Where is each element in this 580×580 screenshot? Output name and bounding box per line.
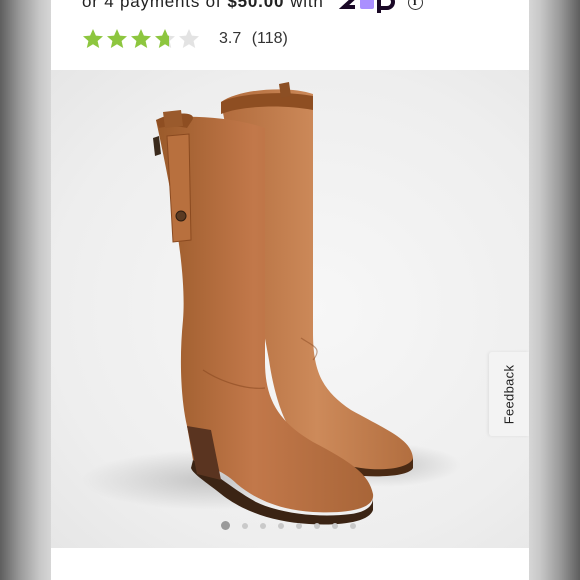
installment-payment-line: or 4 payments of $50.00 with i (82, 0, 423, 13)
star-icon (179, 29, 199, 48)
carousel-dot[interactable] (332, 522, 338, 529)
carousel-dot[interactable] (221, 521, 230, 530)
carousel-dot[interactable] (350, 522, 356, 529)
star-icon (131, 29, 151, 48)
product-image[interactable] (51, 70, 529, 548)
installment-suffix: with (290, 0, 324, 11)
carousel-dot[interactable] (260, 522, 266, 529)
zip-logo (338, 0, 396, 13)
rating-value: 3.7 (219, 30, 242, 47)
product-card: or 4 payments of $50.00 with i 3.7 (118) (51, 0, 529, 580)
image-carousel-dots[interactable] (221, 521, 356, 530)
star-icon (155, 29, 175, 48)
installment-prefix: or 4 payments of (82, 0, 222, 11)
carousel-dot[interactable] (278, 522, 284, 529)
carousel-dot[interactable] (296, 522, 302, 529)
star-icon (107, 29, 127, 48)
rating-summary: 3.7 (118) (219, 30, 288, 48)
carousel-dot[interactable] (314, 522, 320, 529)
riding-boots-image (81, 82, 461, 525)
feedback-label: Feedback (501, 364, 517, 424)
carousel-dot[interactable] (242, 522, 248, 529)
star-icon (83, 29, 103, 48)
installment-amount: $50.00 (227, 0, 285, 11)
star-rating (81, 27, 201, 51)
review-count[interactable]: (118) (252, 30, 288, 47)
feedback-tab[interactable]: Feedback (489, 352, 529, 436)
info-icon[interactable]: i (407, 0, 423, 10)
rating-row[interactable]: 3.7 (118) (81, 27, 288, 51)
